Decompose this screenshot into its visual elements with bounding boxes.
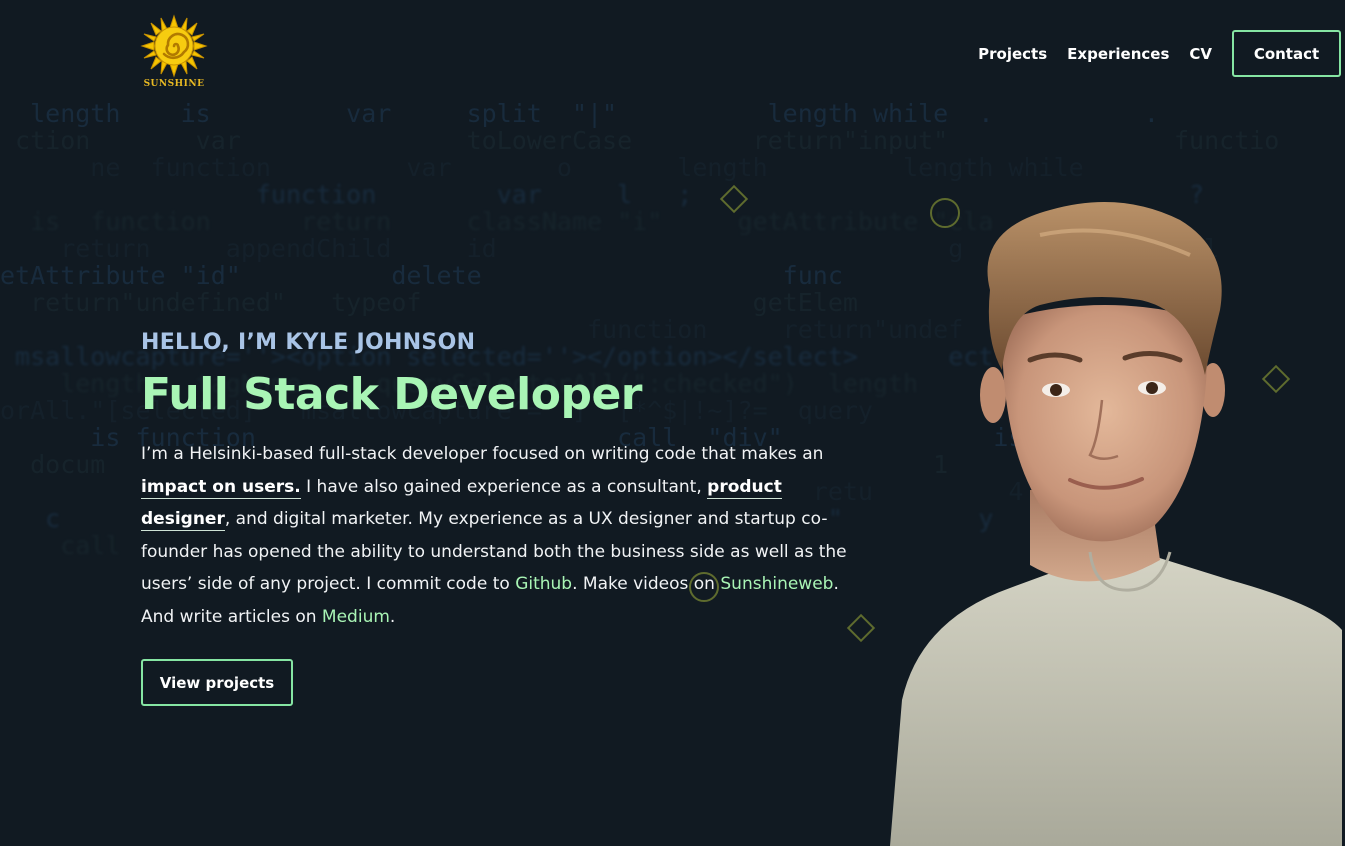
sun-spiral-icon [140,14,208,78]
github-link[interactable]: Github [515,574,572,594]
bio-text: I have also gained experience as a consu… [300,476,708,497]
bio-text: . [389,606,396,627]
hero-bio: I’m a Helsinki-based full-stack develope… [141,438,861,633]
impact-link[interactable]: impact on users. [141,476,301,499]
main-nav: Projects Experiences CV Contact [958,30,1341,77]
medium-link[interactable]: Medium [322,607,390,627]
view-projects-button[interactable]: View projects [141,659,293,706]
code-line: ne function var o length length while [0,153,1084,182]
bio-text: . Make videos on [572,574,721,594]
hero-greeting: HELLO, I’M KYLE JOHNSON [141,330,476,355]
logo-text: SUNSHINE [143,79,205,89]
code-line: length is var split "|" length while . . [0,100,1159,128]
hero-title: Full Stack Developer [141,369,642,420]
code-line: ction var toLowerCase return"input" func… [0,126,1280,155]
hero-section: HELLO, I’M KYLE JOHNSON Full Stack Devel… [141,330,861,706]
nav-item-projects[interactable]: Projects [978,45,1047,63]
site-header: SUNSHINE Projects Experiences CV Contact [0,0,1345,100]
nav-item-cv[interactable]: CV [1189,45,1212,63]
bio-text: I’m a Helsinki-based full-stack develope… [141,444,824,464]
developer-portrait [890,200,1342,846]
nav-item-experiences[interactable]: Experiences [1067,45,1169,63]
contact-button[interactable]: Contact [1232,30,1341,77]
sunshineweb-link[interactable]: Sunshineweb [720,574,833,594]
diamond-decoration [719,184,749,214]
